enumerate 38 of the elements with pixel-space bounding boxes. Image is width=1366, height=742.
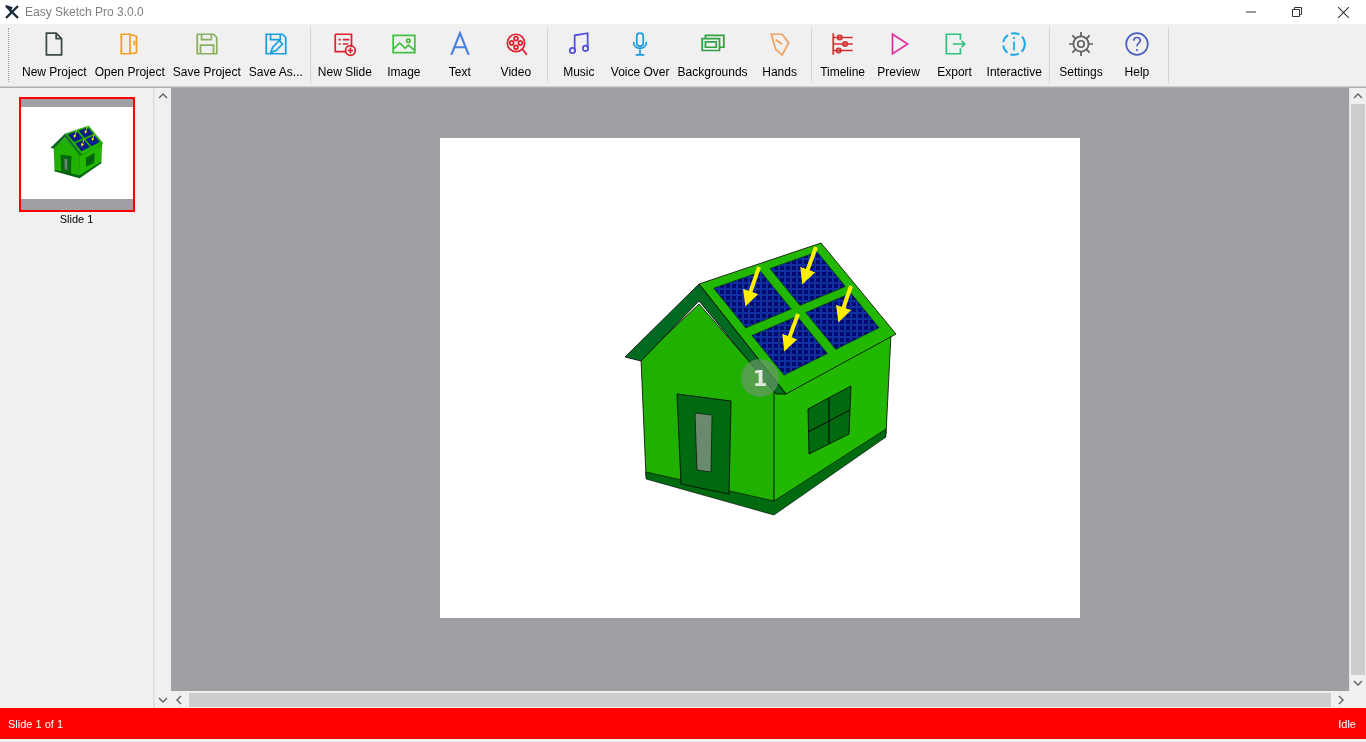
save-icon [193,31,220,57]
close-icon [1337,6,1349,18]
toolbar-button[interactable]: Voice Over [606,27,674,83]
help-icon [1123,31,1150,57]
toolbar-button[interactable]: Export [926,27,983,83]
toolbar-button[interactable]: New Project [18,27,91,83]
slide-add-icon [331,31,358,57]
timeline-icon [829,31,856,57]
info-icon [1001,31,1028,57]
toolbar-button[interactable]: Timeline [814,27,871,83]
toolbar-button[interactable]: Preview [870,27,927,83]
toolbar-button[interactable]: Backgrounds [673,27,752,83]
status-state: Idle [1338,717,1356,730]
step-number: 1 [752,367,768,391]
save-as-icon [262,31,289,57]
toolbar-button[interactable]: Settings [1052,27,1109,83]
toolbar-button[interactable]: Image [375,27,432,83]
toolbar-button[interactable]: Text [431,27,488,83]
toolbar-button[interactable]: Help [1108,27,1165,83]
house-thumbnail-drawing [50,125,103,179]
status-text: Slide 1 of 1 [8,717,64,730]
app-logo-icon [5,5,19,19]
toolbar-button[interactable]: Save As... [244,27,307,83]
toolbar-button[interactable]: New Slide [313,27,376,83]
scrollbar-thumb[interactable] [1351,104,1365,675]
toolbar-button[interactable]: Hands [751,27,808,83]
toolbar-button[interactable]: Open Project [90,27,169,83]
toolbar-button[interactable]: Save Project [168,27,245,83]
window-title: Easy Sketch Pro 3.0.0 [25,5,145,19]
slide-thumbnail[interactable] [18,97,135,212]
slide-label: Slide 1 [59,213,94,225]
restore-icon [1292,7,1302,17]
toolbar-button[interactable]: Music [550,27,607,83]
gear-icon [1067,31,1094,57]
toolbar-button[interactable]: Video [487,27,544,83]
scrollbar-thumb[interactable] [189,692,1331,707]
image-icon [390,31,417,57]
toolbar-button[interactable]: Interactive [982,27,1046,83]
